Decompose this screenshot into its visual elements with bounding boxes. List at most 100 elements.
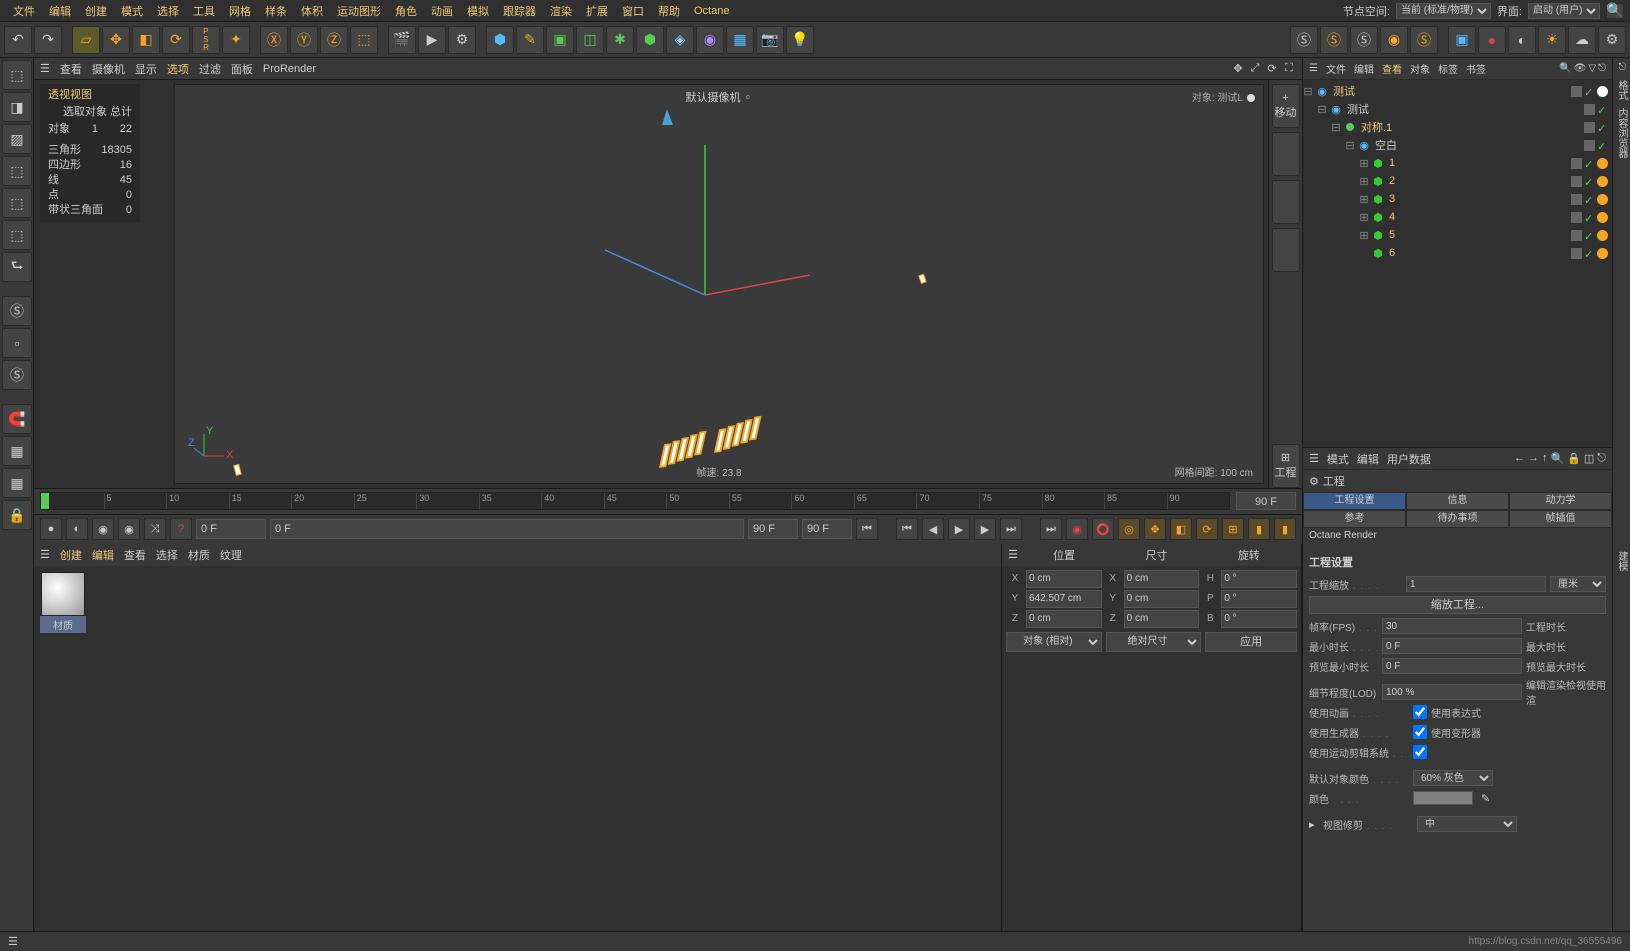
oc-sun-button[interactable]: ☀ <box>1538 26 1566 54</box>
om-menu-file[interactable]: 文件 <box>1326 61 1346 76</box>
attr-menu-edit[interactable]: 编辑 <box>1357 451 1379 467</box>
mintime-field[interactable] <box>1382 638 1522 654</box>
oc-gear-button[interactable]: ⚙ <box>1598 26 1626 54</box>
poly-mode-icon[interactable]: ⮑ <box>2 252 32 282</box>
attr-new-icon[interactable]: ◫ <box>1584 452 1594 465</box>
scale-project-button[interactable]: 缩放工程... <box>1309 596 1606 614</box>
range-endB-field[interactable]: 90 F <box>802 519 852 539</box>
key-scale-button[interactable]: ◧ <box>1170 518 1192 540</box>
menu-volume[interactable]: 体积 <box>294 3 330 19</box>
om-menu-tags[interactable]: 标签 <box>1438 61 1458 76</box>
tree-item[interactable]: ⊞⬢5✓ <box>1303 226 1612 244</box>
project-scale-unit[interactable]: 厘米 <box>1550 576 1606 592</box>
view-display[interactable]: 显示 <box>135 61 157 77</box>
vp-nav4-icon[interactable]: ⛶ <box>1282 62 1296 76</box>
oc-fog-button[interactable]: ☁ <box>1568 26 1596 54</box>
hamburger-icon[interactable]: ☰ <box>40 548 50 561</box>
tab-info[interactable]: 信息 <box>1406 492 1509 510</box>
subdiv-button[interactable]: ▣ <box>546 26 574 54</box>
attr-fwd-icon[interactable]: → <box>1528 452 1539 465</box>
view-filter[interactable]: 过滤 <box>199 61 221 77</box>
fr-tab1[interactable]: 格式 <box>1614 80 1629 100</box>
octane-pick-icon[interactable]: ▫ <box>2 328 32 358</box>
spline-button[interactable]: ✎ <box>516 26 544 54</box>
tree-item[interactable]: ⬢6✓ <box>1303 244 1612 262</box>
tree-item[interactable]: ⊟◉测试✓ <box>1303 100 1612 118</box>
hamburger-icon[interactable]: ☰ <box>1309 452 1319 465</box>
attr-menu-userdata[interactable]: 用户数据 <box>1387 451 1431 467</box>
range-start-field[interactable]: 0 F <box>196 519 266 539</box>
menu-render[interactable]: 渲染 <box>543 3 579 19</box>
record-button[interactable]: ◉ <box>1066 518 1088 540</box>
view-options[interactable]: 选项 <box>167 61 189 77</box>
hamburger-icon[interactable]: ☰ <box>1309 63 1318 74</box>
autokey-button[interactable]: ⭕ <box>1092 518 1114 540</box>
coord-field[interactable] <box>1124 570 1200 588</box>
deformer-button[interactable]: ◉ <box>696 26 724 54</box>
oc-env-button[interactable]: ◐ <box>1508 26 1536 54</box>
usemotion-check[interactable] <box>1413 745 1427 759</box>
palette-slot4[interactable] <box>1272 228 1300 272</box>
key-extra-button[interactable]: ▮ <box>1274 518 1296 540</box>
mat-menu-create[interactable]: 创建 <box>60 547 82 563</box>
view-view[interactable]: 查看 <box>60 61 82 77</box>
coord-button[interactable]: ⬚ <box>350 26 378 54</box>
environment-button[interactable]: ▦ <box>726 26 754 54</box>
renderview-button[interactable]: 🎬 <box>388 26 416 54</box>
key-pla-button[interactable]: ▮ <box>1248 518 1270 540</box>
field-button[interactable]: ◈ <box>666 26 694 54</box>
menu-spline[interactable]: 样条 <box>258 3 294 19</box>
menu-edit[interactable]: 编辑 <box>42 3 78 19</box>
key-param-button[interactable]: ⊞ <box>1222 518 1244 540</box>
viewclip-select[interactable]: 中 <box>1417 816 1517 832</box>
next-key-button[interactable]: ⏭ <box>1000 518 1022 540</box>
tree-item[interactable]: ⊞⬢1✓ <box>1303 154 1612 172</box>
coord-apply-button[interactable]: 应用 <box>1205 632 1297 652</box>
eyedropper-icon[interactable]: ✎ <box>1481 792 1490 805</box>
tab-project-settings[interactable]: 工程设置 <box>1303 492 1406 510</box>
prevmin-field[interactable] <box>1382 658 1522 674</box>
menu-select[interactable]: 选择 <box>150 3 186 19</box>
mat-menu-view[interactable]: 查看 <box>124 547 146 563</box>
attr-back-icon[interactable]: ← <box>1514 452 1525 465</box>
move-button[interactable]: ✥ <box>102 26 130 54</box>
fr-tab2[interactable]: 内容浏览器 <box>1614 108 1629 158</box>
menu-window[interactable]: 窗口 <box>615 3 651 19</box>
om-menu-bookmarks[interactable]: 书签 <box>1466 61 1486 76</box>
edge-mode-icon[interactable]: ⬚ <box>2 220 32 250</box>
coord-field[interactable] <box>1026 570 1102 588</box>
tree-item[interactable]: ⊞⬢4✓ <box>1303 208 1612 226</box>
timeline-track[interactable]: 051015202530354045505560657075808590 <box>40 492 1230 510</box>
goto-start-button[interactable]: ⏮ <box>856 518 878 540</box>
hamburger-icon[interactable]: ☰ <box>8 935 18 948</box>
menu-tracker[interactable]: 跟踪器 <box>496 3 543 19</box>
view-prorender[interactable]: ProRender <box>263 63 316 75</box>
quantize-icon[interactable]: ▦ <box>2 468 32 498</box>
keysel-button[interactable]: ◎ <box>1118 518 1140 540</box>
vp-nav2-icon[interactable]: ⤢ <box>1248 62 1262 76</box>
mat-menu-edit[interactable]: 编辑 <box>92 547 114 563</box>
color-swatch[interactable] <box>1413 791 1473 805</box>
coord-field[interactable] <box>1124 590 1200 608</box>
palette-slot2[interactable] <box>1272 132 1300 176</box>
prev-key-button[interactable]: ⏮ <box>896 518 918 540</box>
timeline-end-field[interactable]: 90 F <box>1236 492 1296 510</box>
yaxis-button[interactable]: Ⓨ <box>290 26 318 54</box>
point-mode-icon[interactable]: ⬚ <box>2 188 32 218</box>
palette-project[interactable]: ⊞工程 <box>1272 444 1300 488</box>
menu-file[interactable]: 文件 <box>6 3 42 19</box>
light-button[interactable]: 💡 <box>786 26 814 54</box>
coord-field[interactable] <box>1026 610 1102 628</box>
cloner-button[interactable]: ⬢ <box>636 26 664 54</box>
tree-item[interactable]: ⊞⬢2✓ <box>1303 172 1612 190</box>
attr-dock-icon[interactable]: ⎋ <box>1597 452 1606 465</box>
object-tree[interactable]: ⊟◉测试✓⊟◉测试✓⊟对称.1✓⊟◉空白✓⊞⬢1✓⊞⬢2✓⊞⬢3✓⊞⬢4✓⊞⬢5… <box>1303 80 1612 447</box>
nodespace-select[interactable]: 当前 (标准/物理) <box>1396 3 1491 19</box>
view-cameras[interactable]: 摄像机 <box>92 61 125 77</box>
zaxis-button[interactable]: Ⓩ <box>320 26 348 54</box>
octane-s1-button[interactable]: Ⓢ <box>1290 26 1318 54</box>
keyopt3-icon[interactable]: ⤨ <box>144 518 166 540</box>
layout-select[interactable]: 启动 (用户) <box>1528 3 1600 19</box>
keyopt2-icon[interactable]: ◉ <box>118 518 140 540</box>
tree-item[interactable]: ⊞⬢3✓ <box>1303 190 1612 208</box>
